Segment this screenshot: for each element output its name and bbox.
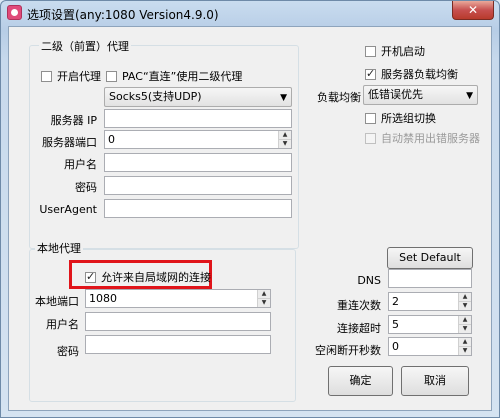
spin-up-icon[interactable]: ▲ xyxy=(459,338,471,347)
ok-button[interactable]: 确定 xyxy=(328,366,393,396)
close-button[interactable]: ✕ xyxy=(452,1,494,20)
local-port-spinner[interactable]: ▲ ▼ xyxy=(257,290,270,307)
spin-up-icon[interactable]: ▲ xyxy=(279,131,291,140)
balance-mode-label: 负载均衡 xyxy=(317,91,361,104)
spin-down-icon[interactable]: ▼ xyxy=(258,299,270,307)
load-balance-label: 服务器负载均衡 xyxy=(381,68,458,81)
useragent-label: UserAgent xyxy=(39,203,97,216)
upstream-proxy-group-title: 二级（前置）代理 xyxy=(39,38,131,54)
balance-mode-value: 低错误优先 xyxy=(368,88,423,101)
group-switch-checkbox[interactable]: 所选组切换 xyxy=(365,110,436,126)
set-default-button[interactable]: Set Default xyxy=(387,247,473,269)
dialog-body: 二级（前置）代理 开启代理 PAC“直连”使用二级代理 Socks5(支持UDP… xyxy=(8,26,492,411)
spin-down-icon[interactable]: ▼ xyxy=(459,325,471,333)
protocol-select[interactable]: Socks5(支持UDP) ▼ xyxy=(104,87,292,107)
window-title: 选项设置(any:1080 Version4.9.0) xyxy=(27,8,219,22)
spin-up-icon[interactable]: ▲ xyxy=(459,316,471,325)
local-port-value: 1080 xyxy=(89,292,117,305)
auto-disable-box xyxy=(365,132,376,144)
spin-up-icon[interactable]: ▲ xyxy=(459,293,471,302)
cancel-button[interactable]: 取消 xyxy=(401,366,469,396)
title-bar[interactable]: 选项设置(any:1080 Version4.9.0) ✕ xyxy=(1,1,499,25)
autostart-box[interactable] xyxy=(365,45,376,57)
upstream-username-label: 用户名 xyxy=(64,158,97,171)
balance-mode-select[interactable]: 低错误优先 ▼ xyxy=(363,85,478,105)
autostart-checkbox[interactable]: 开机启动 xyxy=(365,43,425,59)
dns-label: DNS xyxy=(357,274,381,287)
enable-proxy-label: 开启代理 xyxy=(57,70,101,83)
local-password-input[interactable] xyxy=(85,335,271,354)
pac-direct-box[interactable] xyxy=(106,70,117,82)
app-icon xyxy=(7,5,22,20)
auto-disable-checkbox: 自动禁用出错服务器 xyxy=(365,130,480,146)
spin-down-icon[interactable]: ▼ xyxy=(459,347,471,355)
load-balance-checkbox[interactable]: 服务器负载均衡 xyxy=(365,66,458,82)
local-username-input[interactable] xyxy=(85,312,271,331)
local-username-label: 用户名 xyxy=(46,318,79,331)
allow-lan-box[interactable] xyxy=(85,270,96,283)
pac-direct-checkbox[interactable]: PAC“直连”使用二级代理 xyxy=(106,68,242,84)
upstream-password-input[interactable] xyxy=(104,176,292,195)
options-dialog: 选项设置(any:1080 Version4.9.0) ✕ 二级（前置）代理 开… xyxy=(0,0,500,418)
local-proxy-group-title: 本地代理 xyxy=(35,240,83,256)
spin-down-icon[interactable]: ▼ xyxy=(459,302,471,310)
retry-count-spinner[interactable]: ▲ ▼ xyxy=(458,293,471,310)
dns-input[interactable] xyxy=(388,269,472,288)
local-port-label: 本地端口 xyxy=(35,295,79,308)
local-password-label: 密码 xyxy=(57,345,79,358)
timeout-value: 5 xyxy=(392,318,399,331)
server-ip-label: 服务器 IP xyxy=(50,114,97,127)
chevron-down-icon: ▼ xyxy=(466,91,473,101)
server-port-label: 服务器端口 xyxy=(42,136,97,149)
timeout-spinner[interactable]: ▲ ▼ xyxy=(458,316,471,333)
idle-disconnect-value: 0 xyxy=(392,340,399,353)
retry-count-input[interactable]: 2 ▲ ▼ xyxy=(388,292,472,311)
local-port-input[interactable]: 1080 ▲ ▼ xyxy=(85,289,271,308)
timeout-label: 连接超时 xyxy=(337,322,381,335)
upstream-username-input[interactable] xyxy=(104,153,292,172)
useragent-input[interactable] xyxy=(104,199,292,218)
server-port-value: 0 xyxy=(108,133,115,146)
idle-disconnect-label: 空闲断开秒数 xyxy=(315,344,381,357)
enable-proxy-checkbox[interactable]: 开启代理 xyxy=(41,68,101,84)
enable-proxy-box[interactable] xyxy=(41,70,52,82)
idle-disconnect-spinner[interactable]: ▲ ▼ xyxy=(458,338,471,355)
allow-lan-checkbox[interactable]: 允许来自局域网的连接 xyxy=(85,269,211,285)
group-switch-box[interactable] xyxy=(365,112,376,124)
spin-up-icon[interactable]: ▲ xyxy=(258,290,270,299)
idle-disconnect-input[interactable]: 0 ▲ ▼ xyxy=(388,337,472,356)
protocol-select-value: Socks5(支持UDP) xyxy=(109,90,202,103)
pac-direct-label: PAC“直连”使用二级代理 xyxy=(122,70,243,83)
allow-lan-label: 允许来自局域网的连接 xyxy=(101,271,211,284)
server-port-spinner[interactable]: ▲ ▼ xyxy=(278,131,291,148)
retry-count-value: 2 xyxy=(392,295,399,308)
group-switch-label: 所选组切换 xyxy=(381,112,436,125)
retry-count-label: 重连次数 xyxy=(337,299,381,312)
spin-down-icon[interactable]: ▼ xyxy=(279,140,291,148)
upstream-password-label: 密码 xyxy=(75,181,97,194)
server-port-input[interactable]: 0 ▲ ▼ xyxy=(104,130,292,149)
auto-disable-label: 自动禁用出错服务器 xyxy=(381,132,480,145)
chevron-down-icon: ▼ xyxy=(280,93,287,103)
server-ip-input[interactable] xyxy=(104,109,292,128)
load-balance-box[interactable] xyxy=(365,67,376,80)
timeout-input[interactable]: 5 ▲ ▼ xyxy=(388,315,472,334)
autostart-label: 开机启动 xyxy=(381,45,425,58)
